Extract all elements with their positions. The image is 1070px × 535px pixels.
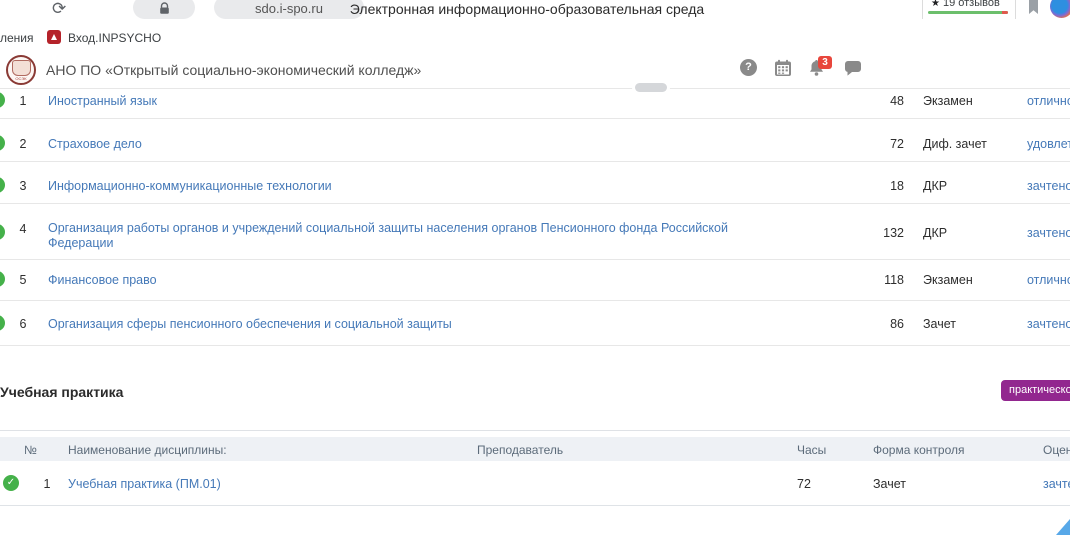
row-number: 1 [40, 477, 54, 491]
control-form: Экзамен [923, 94, 973, 109]
grade-link[interactable]: зачтено [1027, 179, 1070, 194]
row-number: 6 [14, 317, 32, 332]
discipline-link[interactable]: Организация сферы пенсионного обеспечени… [48, 317, 728, 332]
rating-bar-red-tip [1002, 11, 1008, 14]
college-name: АНО ПО «Открытый социально-экономический… [46, 62, 421, 78]
discipline-link[interactable]: Страховое дело [48, 137, 728, 152]
control-form: Диф. зачет [923, 137, 987, 152]
hours-value: 48 [852, 94, 904, 109]
status-check-icon: ✓ [0, 224, 5, 240]
row-number: 4 [14, 222, 32, 237]
row-number: 2 [14, 137, 32, 152]
discipline-link[interactable]: Информационно-коммуникационные технологи… [48, 179, 728, 194]
status-check-icon: ✓ [0, 271, 5, 287]
divider [0, 203, 1070, 204]
bookmark-item-inpsycho[interactable]: Вход.INPSYCHO [68, 31, 161, 45]
divider [0, 161, 1070, 162]
browser-tab-title: Электронная информационно-образовательна… [0, 1, 1054, 17]
divider [0, 505, 1070, 506]
scrollbar-thumb[interactable] [635, 83, 667, 92]
col-header-num: № [24, 443, 37, 457]
inpsycho-favicon [47, 30, 61, 44]
floating-widget-corner[interactable] [1056, 519, 1070, 535]
control-form: Зачет [923, 317, 956, 332]
rating-bar [928, 11, 1008, 14]
control-form: Зачет [873, 477, 906, 491]
col-header-teacher: Преподаватель [477, 443, 563, 457]
status-check-icon: ✓ [0, 315, 5, 331]
divider [0, 118, 1070, 119]
divider [0, 88, 1070, 89]
status-check-icon: ✓ [0, 177, 5, 193]
status-check-icon: ✓ [0, 92, 5, 108]
col-header-control: Форма контроля [873, 443, 965, 457]
grade-link[interactable]: зачтено [1027, 226, 1070, 241]
help-icon[interactable]: ? [740, 59, 757, 76]
discipline-link[interactable]: Организация работы органов и учреждений … [48, 221, 728, 251]
bookmark-icon[interactable] [1025, 0, 1041, 16]
col-header-name: Наименование дисциплины: [68, 443, 227, 457]
bookmark-item-clipped[interactable]: ления [0, 31, 34, 45]
reviews-count-label: 19 отзывов [943, 0, 1000, 9]
divider [0, 300, 1070, 301]
reviews-button[interactable]: ★19 отзывов [922, 0, 1016, 19]
hours-value: 72 [797, 477, 811, 491]
discipline-link[interactable]: Финансовое право [48, 273, 728, 288]
star-icon: ★ [931, 0, 940, 9]
site-header: ОСЭК АНО ПО «Открытый социально-экономич… [0, 50, 1070, 88]
control-form: ДКР [923, 226, 947, 241]
row-number: 1 [14, 94, 32, 109]
divider [0, 430, 1070, 431]
grade-link[interactable]: отлично [1027, 94, 1070, 109]
status-check-icon: ✓ [3, 475, 19, 491]
col-header-hours: Часы [797, 443, 826, 457]
grade-link[interactable]: зачтено [1043, 477, 1070, 491]
grade-link[interactable]: отлично [1027, 273, 1070, 288]
discipline-link[interactable]: Иностранный язык [48, 94, 728, 109]
hours-value: 132 [852, 226, 904, 241]
messages-chat-icon[interactable] [844, 60, 862, 77]
grade-link[interactable]: удовлетворительно [1027, 137, 1070, 152]
row-number: 5 [14, 273, 32, 288]
practice-type-badge: практическое [1001, 380, 1070, 401]
divider [0, 259, 1070, 260]
grade-link[interactable]: зачтено [1027, 317, 1070, 332]
divider [0, 345, 1070, 346]
control-form: ДКР [923, 179, 947, 194]
browser-chrome: ⟳ sdo.i-spo.ru Электронная информационно… [0, 0, 1070, 27]
status-check-icon: ✓ [0, 135, 5, 151]
hours-value: 118 [852, 273, 904, 288]
hours-value: 86 [852, 317, 904, 332]
hours-value: 18 [852, 179, 904, 194]
section-title: Учебная практика [0, 384, 123, 400]
notification-count-badge: 3 [818, 56, 832, 69]
bookmarks-bar: ления Вход.INPSYCHO [0, 27, 1070, 51]
row-number: 3 [14, 179, 32, 194]
hours-value: 72 [852, 137, 904, 152]
college-logo[interactable]: ОСЭК [6, 55, 36, 85]
calendar-icon[interactable] [774, 59, 792, 77]
col-header-grade: Оценка [1043, 443, 1070, 457]
practice-discipline-link[interactable]: Учебная практика (ПМ.01) [68, 477, 221, 491]
control-form: Экзамен [923, 273, 973, 288]
